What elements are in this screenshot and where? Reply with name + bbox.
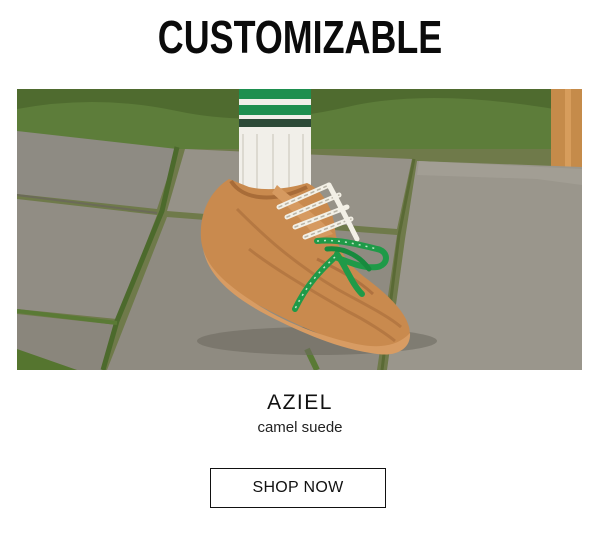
headline: CUSTOMIZABLE [157,11,443,63]
product-name[interactable]: AZIEL [0,390,600,416]
product-variant: camel suede [257,419,343,436]
hero-image[interactable] [17,89,582,370]
sneaker-photo [17,89,582,370]
shop-now-button[interactable]: SHOP NOW [210,468,386,508]
